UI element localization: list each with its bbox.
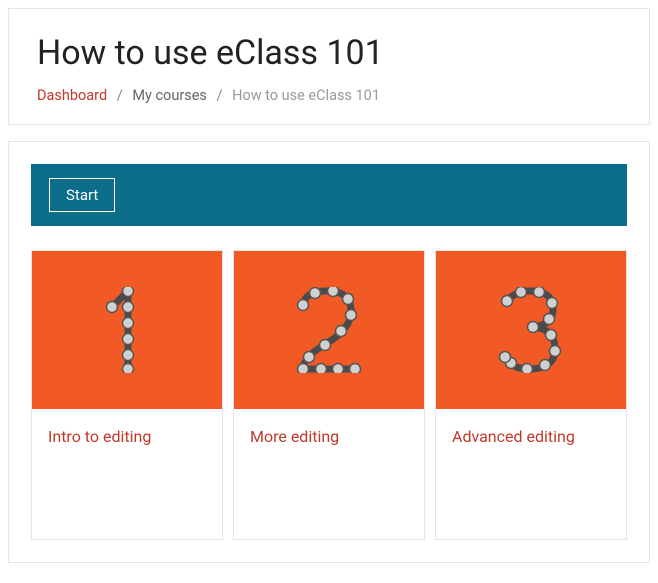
number-3-icon [497,287,565,373]
tile-body: Intro to editing [32,409,222,539]
page-title: How to use eClass 101 [37,33,621,73]
tile-1[interactable]: Intro to editing [31,250,223,540]
number-1-icon [104,287,150,373]
content-card: Start [8,141,650,563]
tile-image-3 [436,251,626,409]
tile-title: Intro to editing [48,427,206,446]
breadcrumb-my-courses[interactable]: My courses [132,87,207,104]
tile-body: Advanced editing [436,409,626,539]
tile-2[interactable]: More editing [233,250,425,540]
tile-image-2 [234,251,424,409]
tile-3[interactable]: Advanced editing [435,250,627,540]
tiles-row: Intro to editing [31,250,627,540]
breadcrumb: Dashboard / My courses / How to use eCla… [37,87,621,104]
number-2-icon [293,287,365,373]
breadcrumb-separator-icon: / [217,87,223,104]
breadcrumb-separator-icon: / [117,87,123,104]
start-button[interactable]: Start [49,178,115,212]
tile-image-1 [32,251,222,409]
breadcrumb-dashboard[interactable]: Dashboard [37,87,107,104]
tile-body: More editing [234,409,424,539]
course-banner: Start [31,164,627,226]
header-card: How to use eClass 101 Dashboard / My cou… [8,8,650,125]
tile-title: Advanced editing [452,427,610,446]
breadcrumb-current: How to use eClass 101 [232,87,380,104]
tile-title: More editing [250,427,408,446]
